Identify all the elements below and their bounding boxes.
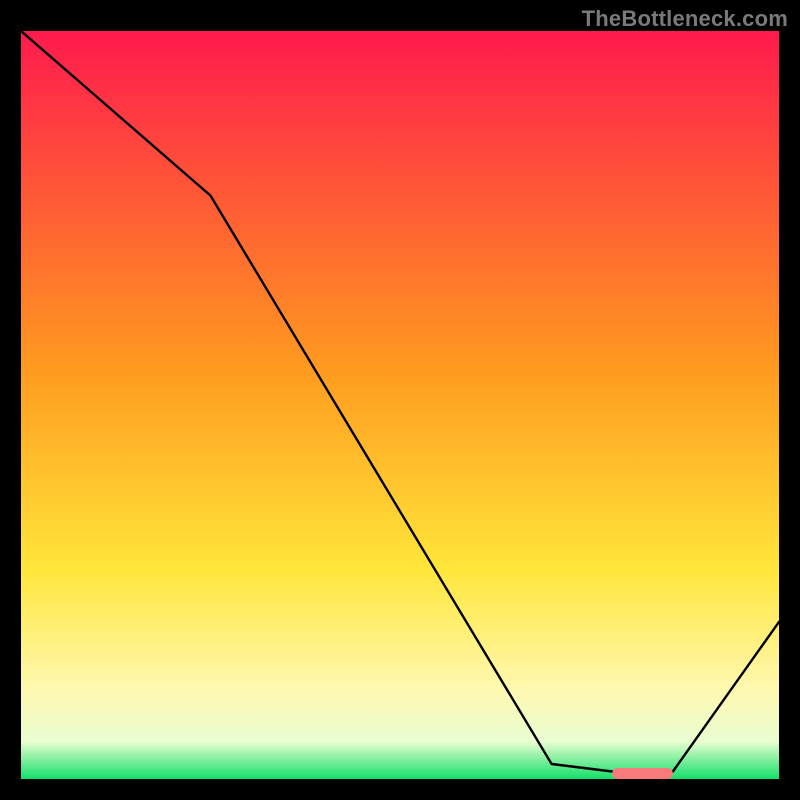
gradient-background <box>21 31 779 779</box>
chart-stage: TheBottleneck.com <box>0 0 800 800</box>
watermark-text: TheBottleneck.com <box>582 6 788 32</box>
optimal-range-marker <box>612 768 673 779</box>
plot-area <box>21 31 779 779</box>
chart-svg <box>21 31 779 779</box>
